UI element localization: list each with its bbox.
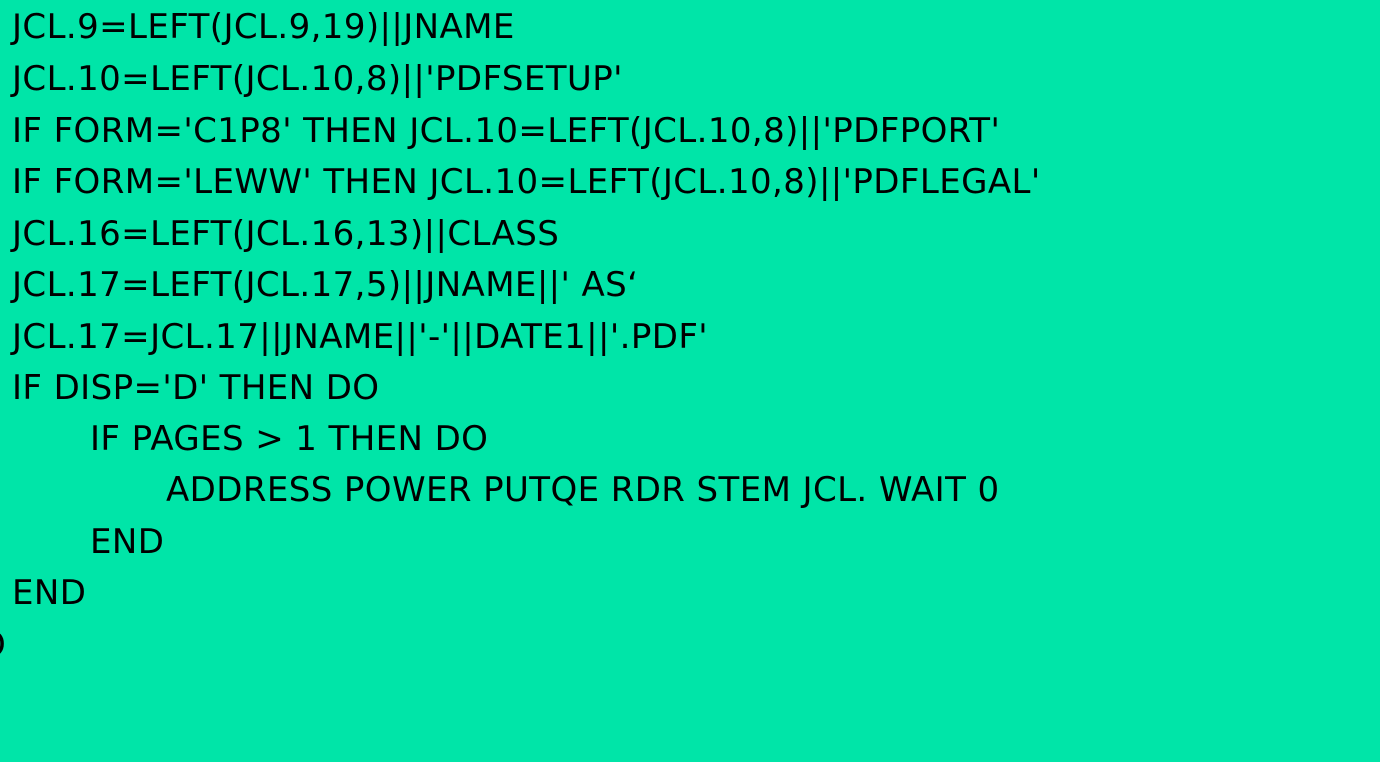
code-line-3: IF FORM='C1P8' THEN JCL.10=LEFT(JCL.10,8… xyxy=(12,111,1001,151)
code-line-13: O xyxy=(0,620,6,670)
code-line-9: IF PAGES > 1 THEN DO xyxy=(90,419,489,459)
code-line-5: JCL.16=LEFT(JCL.16,13)||CLASS xyxy=(12,214,560,254)
code-line-11: END xyxy=(90,522,165,562)
code-line-8: IF DISP='D' THEN DO xyxy=(12,368,380,408)
code-line-12: END xyxy=(12,573,87,613)
code-line-2: JCL.10=LEFT(JCL.10,8)||'PDFSETUP' xyxy=(12,59,623,99)
code-line-4: IF FORM='LEWW' THEN JCL.10=LEFT(JCL.10,8… xyxy=(12,162,1041,202)
code-line-10: ADDRESS POWER PUTQE RDR STEM JCL. WAIT 0 xyxy=(166,470,1000,510)
code-listing: JCL.9=LEFT(JCL.9,19)||JNAME JCL.10=LEFT(… xyxy=(0,0,1380,762)
code-line-6: JCL.17=LEFT(JCL.17,5)||JNAME||' AS‘ xyxy=(12,265,639,305)
code-line-1: JCL.9=LEFT(JCL.9,19)||JNAME xyxy=(12,7,515,47)
code-line-7: JCL.17=JCL.17||JNAME||'-'||DATE1||'.PDF' xyxy=(12,317,709,357)
